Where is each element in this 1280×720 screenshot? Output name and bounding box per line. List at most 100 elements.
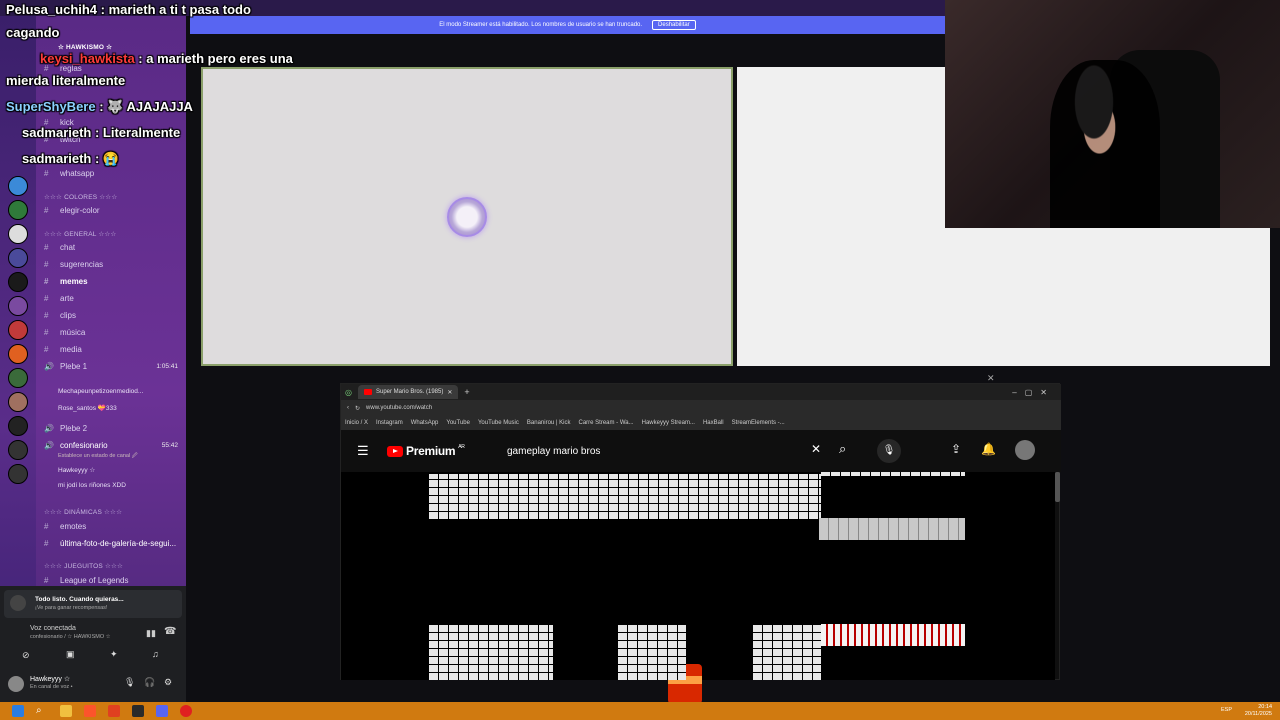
bookmark-item[interactable]: Carre Stream - Wa... xyxy=(578,420,633,426)
voice-channel-plebe-2[interactable]: 🔊 Plebe 2 xyxy=(44,424,87,433)
category-general[interactable]: ☆☆☆ GENERAL ☆☆☆ xyxy=(44,230,116,238)
bookmark-item[interactable]: YouTube Music xyxy=(478,420,519,426)
bookmark-item[interactable]: Hawkeyyy Stream... xyxy=(642,420,695,426)
disconnect-icon[interactable]: ☎ xyxy=(164,626,176,637)
app-icon[interactable] xyxy=(180,705,192,717)
close-tab-icon[interactable]: ✕ xyxy=(447,389,452,396)
screen-share-icon[interactable]: ▣ xyxy=(66,649,75,660)
channel-whatsapp[interactable]: # whatsapp xyxy=(44,169,94,178)
clear-search-icon[interactable]: ✕ xyxy=(811,442,821,456)
server-icon[interactable] xyxy=(8,392,28,412)
channel-clips[interactable]: # clips xyxy=(44,311,76,320)
category-jueguitos[interactable]: ☆☆☆ JUEGUITOS ☆☆☆ xyxy=(44,562,123,570)
browser-tab[interactable]: Super Mario Bros. (1985) ✕ xyxy=(357,385,459,399)
quest-icon xyxy=(10,595,26,611)
voice-channel-plebe-1[interactable]: 🔊 Plebe 1 xyxy=(44,362,87,371)
username[interactable]: Hawkeyyy ☆ xyxy=(30,675,70,683)
add-server-icon[interactable] xyxy=(8,440,28,460)
menu-icon[interactable]: ☰ xyxy=(357,443,369,459)
system-clock[interactable]: 20:14 20/11/2025 xyxy=(1245,704,1272,718)
server-icon[interactable] xyxy=(8,248,28,268)
server-icon[interactable] xyxy=(8,320,28,340)
app-icon[interactable] xyxy=(132,705,144,717)
server-icon[interactable] xyxy=(8,344,28,364)
headphones-icon[interactable]: 🎧 xyxy=(144,677,155,688)
server-icon[interactable] xyxy=(8,224,28,244)
bookmark-item[interactable]: Instagram xyxy=(376,420,403,426)
channel-musica[interactable]: # música xyxy=(44,328,85,337)
chat-text: : 😭 xyxy=(91,151,120,166)
discover-icon[interactable] xyxy=(8,464,28,484)
back-icon[interactable]: ‹ xyxy=(347,405,349,411)
avatar[interactable] xyxy=(8,676,24,692)
voice-user[interactable]: mi jodí los riñones XDD xyxy=(58,482,126,489)
voice-connected-channel[interactable]: confesionario / ☆ HAWKISMO ☆ xyxy=(30,634,111,640)
reload-icon[interactable]: ↻ xyxy=(355,405,360,412)
speaker-icon: 🔊 xyxy=(44,441,54,450)
category-dinamicas[interactable]: ☆☆☆ DINÁMICAS ☆☆☆ xyxy=(44,508,122,516)
search-icon[interactable]: ⌕ xyxy=(36,705,48,717)
microphone-icon[interactable]: 🎙 xyxy=(877,439,901,463)
channel-sugerencias[interactable]: # sugerencias xyxy=(44,260,103,269)
bookmark-item[interactable]: WhatsApp xyxy=(411,420,439,426)
server-name[interactable]: ☆ HAWKISMO ☆ xyxy=(58,43,112,51)
bookmark-item[interactable]: StreamElements -... xyxy=(732,420,785,426)
chat-message: Pelusa_uchih4 : marieth a ti t pasa todo xyxy=(6,2,251,17)
disable-streamer-mode-button[interactable]: Deshabilitar xyxy=(652,20,696,30)
voice-channel-confesionario[interactable]: 🔊 confesionario xyxy=(44,441,108,450)
clock-time: 20:14 xyxy=(1258,704,1272,710)
signal-icon[interactable]: ▮▮ xyxy=(146,628,156,639)
language-indicator[interactable]: ESP xyxy=(1221,707,1232,713)
app-icon[interactable] xyxy=(108,705,120,717)
voice-user[interactable]: Mechapeunpetizoenmediod... xyxy=(58,388,143,395)
settings-gear-icon[interactable]: ⚙ xyxy=(164,677,172,688)
channel-chat[interactable]: # chat xyxy=(44,243,75,252)
channel-league-of-legends[interactable]: # League of Legends xyxy=(44,576,129,585)
search-input[interactable]: gameplay mario bros xyxy=(507,438,827,464)
avatar[interactable] xyxy=(1015,440,1035,460)
notice-card[interactable]: Todo listo. Cuando quieras... ¡Ve para g… xyxy=(4,590,182,618)
server-icon[interactable] xyxy=(8,368,28,388)
bookmark-item[interactable]: Inicio / X xyxy=(345,420,368,426)
window-controls[interactable]: –▢✕ xyxy=(1012,388,1055,397)
search-icon[interactable]: ⌕ xyxy=(839,441,846,457)
server-icon[interactable] xyxy=(8,200,28,220)
channel-ultima-foto[interactable]: # última-foto-de-galería-de-segui... xyxy=(44,539,176,548)
soundboard-icon[interactable]: ♫ xyxy=(152,649,159,659)
scrollbar[interactable] xyxy=(1055,472,1060,502)
video-player[interactable] xyxy=(341,472,1055,704)
server-icon[interactable] xyxy=(8,176,28,196)
notifications-bell-icon[interactable]: 🔔 xyxy=(981,442,996,456)
bookmark-item[interactable]: HaxBall xyxy=(703,420,724,426)
speaking-user-avatar[interactable] xyxy=(447,197,487,237)
channel-memes[interactable]: # memes xyxy=(44,277,88,286)
bookmark-item[interactable]: Bananirou | Kick xyxy=(527,420,571,426)
youtube-logo[interactable]: Premium AR xyxy=(387,444,465,458)
microphone-icon[interactable]: 🎙 xyxy=(124,677,135,688)
server-icon[interactable] xyxy=(8,272,28,292)
channel-elegir-color[interactable]: # elegir-color xyxy=(44,206,100,215)
channel-emotes[interactable]: # emotes xyxy=(44,522,86,531)
voice-user[interactable]: Hawkeyyy ☆ xyxy=(58,466,95,474)
file-explorer-icon[interactable] xyxy=(60,705,72,717)
taskbar: ⌕ 20:14 20/11/2025 ESP xyxy=(0,702,1280,720)
channel-status[interactable]: Establece un estado de canal 🖉 xyxy=(58,452,138,461)
voice-user[interactable]: Rose_santos 💝333 xyxy=(58,404,117,412)
windows-start-icon[interactable] xyxy=(12,705,24,717)
camera-off-icon[interactable]: ⊘ xyxy=(22,650,30,661)
upload-icon[interactable]: ⇪ xyxy=(951,442,961,456)
server-icon[interactable] xyxy=(8,416,28,436)
chat-message: keysi_hawkista : a marieth pero eres una xyxy=(40,51,293,66)
activities-icon[interactable]: ✦ xyxy=(110,649,118,660)
discord-icon[interactable] xyxy=(156,705,168,717)
channel-arte[interactable]: # arte xyxy=(44,294,74,303)
server-icon[interactable] xyxy=(8,296,28,316)
url-text[interactable]: www.youtube.com/watch xyxy=(366,405,432,411)
chat-username: SuperShyBere xyxy=(6,99,96,114)
chat-username: sadmarieth xyxy=(22,151,92,166)
category-colores[interactable]: ☆☆☆ COLORES ☆☆☆ xyxy=(44,193,117,201)
bookmark-item[interactable]: YouTube xyxy=(446,420,470,426)
channel-media[interactable]: # media xyxy=(44,345,82,354)
brave-browser-icon[interactable] xyxy=(84,705,96,717)
new-tab-icon[interactable]: + xyxy=(464,387,469,397)
